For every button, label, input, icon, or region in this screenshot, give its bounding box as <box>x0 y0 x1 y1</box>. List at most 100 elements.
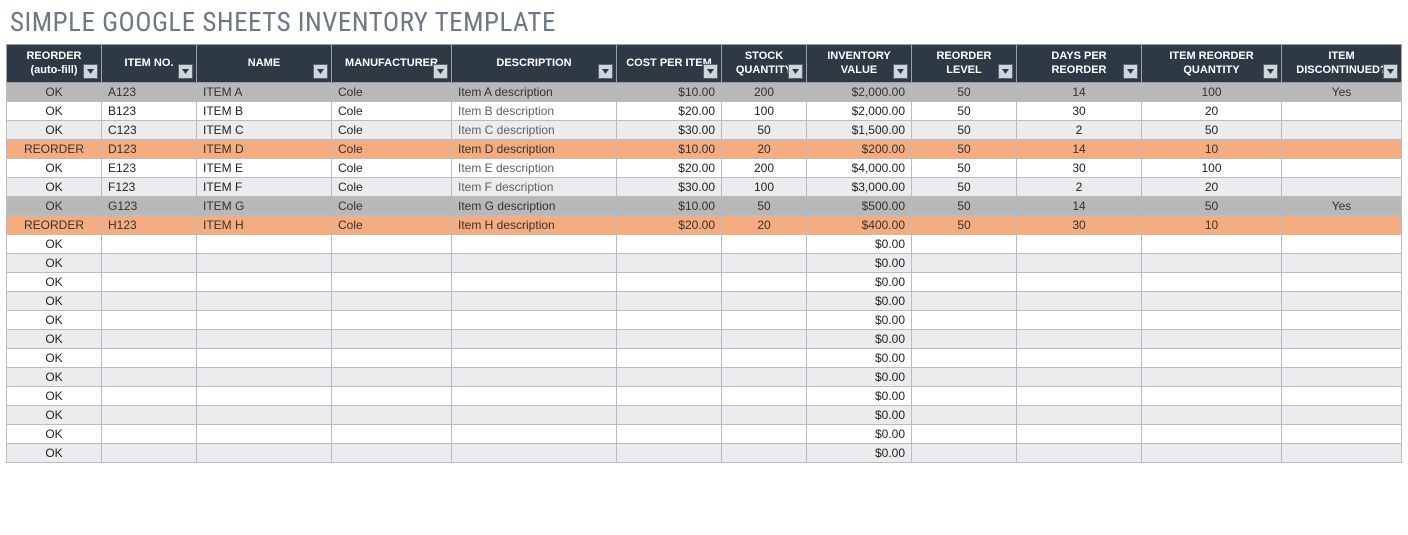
cell-reorder[interactable]: OK <box>7 387 102 406</box>
cell-stock[interactable] <box>722 349 807 368</box>
cell-reorder_qty[interactable] <box>1142 387 1282 406</box>
cell-inv_value[interactable]: $0.00 <box>807 349 912 368</box>
cell-item_no[interactable]: F123 <box>102 178 197 197</box>
cell-inv_value[interactable]: $400.00 <box>807 216 912 235</box>
cell-name[interactable]: ITEM F <box>197 178 332 197</box>
cell-stock[interactable] <box>722 330 807 349</box>
cell-reorder_qty[interactable]: 20 <box>1142 178 1282 197</box>
cell-inv_value[interactable]: $4,000.00 <box>807 159 912 178</box>
cell-stock[interactable]: 100 <box>722 178 807 197</box>
cell-reorder_qty[interactable] <box>1142 425 1282 444</box>
cell-stock[interactable]: 50 <box>722 197 807 216</box>
cell-item_no[interactable] <box>102 273 197 292</box>
cell-days_per_reorder[interactable]: 14 <box>1017 140 1142 159</box>
cell-item_no[interactable] <box>102 254 197 273</box>
cell-reorder[interactable]: REORDER <box>7 140 102 159</box>
cell-days_per_reorder[interactable] <box>1017 406 1142 425</box>
cell-days_per_reorder[interactable] <box>1017 368 1142 387</box>
cell-inv_value[interactable]: $0.00 <box>807 273 912 292</box>
cell-name[interactable] <box>197 406 332 425</box>
cell-name[interactable] <box>197 330 332 349</box>
cell-manufacturer[interactable] <box>332 273 452 292</box>
filter-button-reorder_qty[interactable] <box>1263 64 1278 79</box>
cell-days_per_reorder[interactable]: 30 <box>1017 216 1142 235</box>
cell-reorder[interactable]: OK <box>7 406 102 425</box>
cell-name[interactable] <box>197 349 332 368</box>
cell-manufacturer[interactable]: Cole <box>332 197 452 216</box>
cell-discontinued[interactable] <box>1282 387 1402 406</box>
cell-reorder[interactable]: OK <box>7 121 102 140</box>
cell-reorder_level[interactable] <box>912 273 1017 292</box>
cell-discontinued[interactable] <box>1282 406 1402 425</box>
cell-reorder[interactable]: OK <box>7 254 102 273</box>
cell-inv_value[interactable]: $500.00 <box>807 197 912 216</box>
cell-reorder[interactable]: OK <box>7 273 102 292</box>
cell-item_no[interactable] <box>102 444 197 463</box>
cell-discontinued[interactable] <box>1282 140 1402 159</box>
cell-manufacturer[interactable] <box>332 368 452 387</box>
cell-inv_value[interactable]: $0.00 <box>807 311 912 330</box>
cell-reorder_qty[interactable]: 20 <box>1142 102 1282 121</box>
cell-days_per_reorder[interactable]: 2 <box>1017 178 1142 197</box>
cell-reorder_level[interactable]: 50 <box>912 121 1017 140</box>
cell-reorder_level[interactable] <box>912 235 1017 254</box>
filter-button-reorder_level[interactable] <box>998 64 1013 79</box>
cell-manufacturer[interactable] <box>332 311 452 330</box>
cell-reorder_level[interactable] <box>912 349 1017 368</box>
cell-reorder_level[interactable] <box>912 311 1017 330</box>
cell-reorder_qty[interactable]: 10 <box>1142 140 1282 159</box>
cell-item_no[interactable]: B123 <box>102 102 197 121</box>
cell-cost[interactable] <box>617 444 722 463</box>
cell-name[interactable]: ITEM B <box>197 102 332 121</box>
cell-reorder_level[interactable] <box>912 387 1017 406</box>
cell-reorder_qty[interactable] <box>1142 235 1282 254</box>
cell-discontinued[interactable] <box>1282 444 1402 463</box>
cell-stock[interactable] <box>722 387 807 406</box>
cell-reorder[interactable]: OK <box>7 349 102 368</box>
cell-description[interactable]: Item E description <box>452 159 617 178</box>
cell-name[interactable]: ITEM G <box>197 197 332 216</box>
cell-manufacturer[interactable] <box>332 349 452 368</box>
cell-manufacturer[interactable]: Cole <box>332 178 452 197</box>
cell-reorder[interactable]: OK <box>7 311 102 330</box>
cell-reorder_level[interactable]: 50 <box>912 216 1017 235</box>
cell-item_no[interactable] <box>102 235 197 254</box>
filter-button-name[interactable] <box>313 64 328 79</box>
cell-inv_value[interactable]: $0.00 <box>807 368 912 387</box>
cell-name[interactable] <box>197 235 332 254</box>
cell-manufacturer[interactable] <box>332 330 452 349</box>
filter-button-days_per_reorder[interactable] <box>1123 64 1138 79</box>
cell-description[interactable] <box>452 444 617 463</box>
cell-cost[interactable]: $30.00 <box>617 121 722 140</box>
cell-days_per_reorder[interactable] <box>1017 349 1142 368</box>
cell-stock[interactable] <box>722 311 807 330</box>
cell-days_per_reorder[interactable] <box>1017 444 1142 463</box>
cell-name[interactable] <box>197 273 332 292</box>
cell-manufacturer[interactable] <box>332 425 452 444</box>
filter-button-reorder[interactable] <box>83 64 98 79</box>
cell-item_no[interactable] <box>102 311 197 330</box>
cell-inv_value[interactable]: $2,000.00 <box>807 83 912 102</box>
cell-cost[interactable] <box>617 273 722 292</box>
cell-cost[interactable] <box>617 292 722 311</box>
cell-reorder_level[interactable] <box>912 444 1017 463</box>
cell-reorder_qty[interactable] <box>1142 368 1282 387</box>
cell-item_no[interactable] <box>102 292 197 311</box>
cell-description[interactable]: Item H description <box>452 216 617 235</box>
cell-discontinued[interactable] <box>1282 254 1402 273</box>
cell-reorder[interactable]: OK <box>7 83 102 102</box>
cell-cost[interactable]: $20.00 <box>617 159 722 178</box>
cell-description[interactable]: Item F description <box>452 178 617 197</box>
cell-days_per_reorder[interactable]: 2 <box>1017 121 1142 140</box>
cell-discontinued[interactable] <box>1282 349 1402 368</box>
cell-stock[interactable] <box>722 425 807 444</box>
cell-item_no[interactable]: H123 <box>102 216 197 235</box>
filter-button-inv_value[interactable] <box>893 64 908 79</box>
cell-stock[interactable] <box>722 254 807 273</box>
cell-cost[interactable] <box>617 254 722 273</box>
cell-cost[interactable] <box>617 406 722 425</box>
cell-reorder_level[interactable] <box>912 368 1017 387</box>
cell-reorder_level[interactable] <box>912 330 1017 349</box>
cell-name[interactable] <box>197 444 332 463</box>
cell-cost[interactable] <box>617 368 722 387</box>
